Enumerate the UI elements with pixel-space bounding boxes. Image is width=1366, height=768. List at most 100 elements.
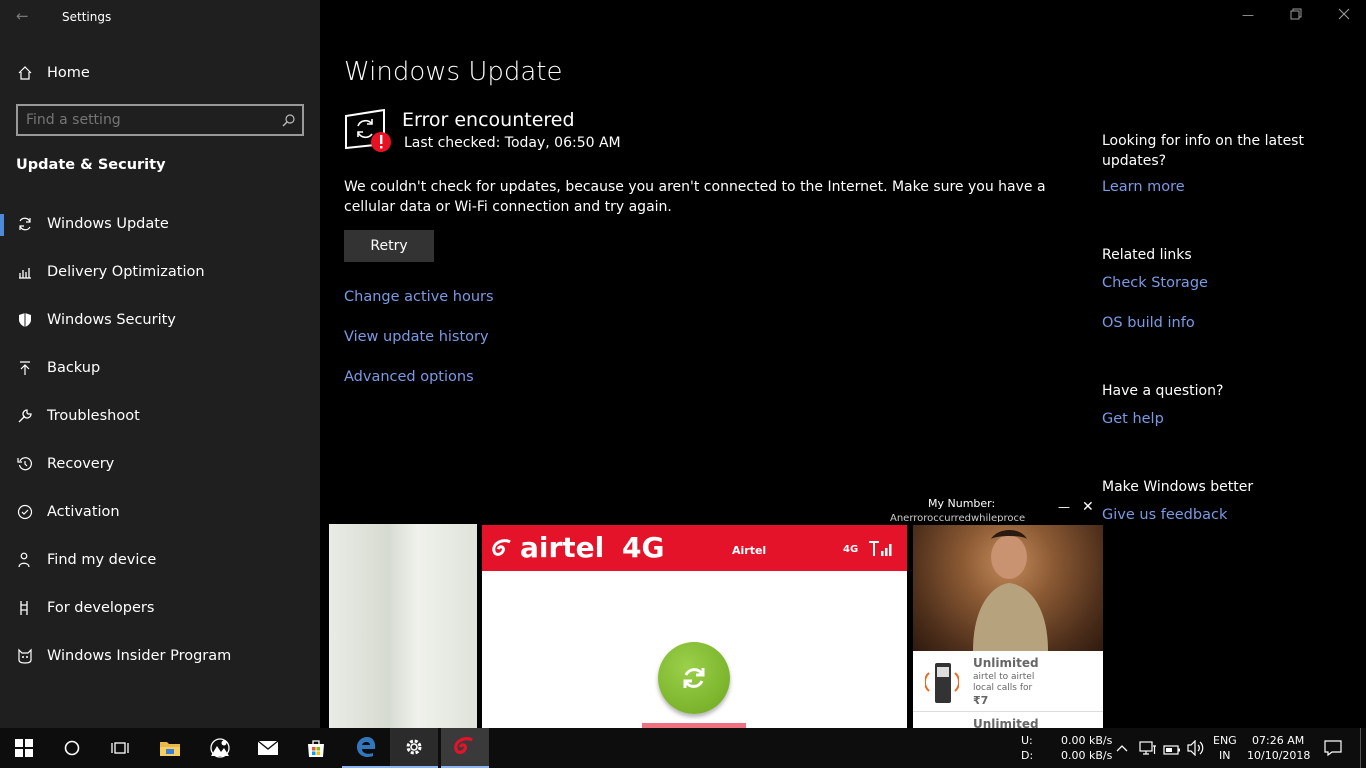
network-icon[interactable]	[1139, 740, 1157, 760]
sidebar-item-windows-security[interactable]: Windows Security	[0, 300, 320, 340]
airtel-left-image	[329, 524, 477, 728]
ad-heading: Unlimited	[973, 656, 1039, 670]
language-region[interactable]: IN	[1219, 749, 1230, 762]
sidebar-item-label: Recovery	[47, 456, 115, 472]
windows-start-icon[interactable]	[0, 728, 48, 768]
error-message: We couldn't check for updates, because y…	[344, 179, 1046, 215]
settings-gear-icon[interactable]	[390, 728, 438, 768]
status-title: Error encountered	[402, 109, 575, 131]
search-box[interactable]	[16, 104, 304, 136]
check-storage-link[interactable]: Check Storage	[1102, 275, 1208, 291]
phone-icon	[923, 657, 961, 711]
retry-button[interactable]: Retry	[344, 230, 434, 262]
delivery-icon	[16, 263, 34, 281]
search-icon[interactable]	[282, 112, 296, 131]
clock-date[interactable]: 10/10/2018	[1247, 749, 1310, 762]
refresh-icon	[16, 215, 34, 233]
info-heading: Looking for info on the latest updates?	[1102, 133, 1304, 169]
airtel-app-icon[interactable]	[441, 728, 489, 768]
sidebar-item-label: Windows Security	[47, 312, 176, 328]
connect-button[interactable]	[658, 642, 730, 714]
learn-more-link[interactable]: Learn more	[1102, 179, 1185, 195]
section-heading: Update & Security	[16, 157, 166, 173]
language-code[interactable]: ENG	[1213, 734, 1237, 747]
cortana-search-icon[interactable]	[48, 728, 96, 768]
airtel-ad-panel: Unlimited airtel to airtel local calls f…	[913, 525, 1103, 728]
page-title: Windows Update	[344, 57, 563, 87]
sidebar-item-label: Find my device	[47, 552, 157, 568]
refresh-icon	[678, 662, 710, 698]
network-type: 4G	[843, 544, 859, 555]
sidebar-item-windows-update[interactable]: Windows Update	[0, 204, 320, 244]
file-explorer-icon[interactable]	[146, 728, 194, 768]
download-label: D:	[1021, 749, 1034, 762]
recovery-icon	[16, 455, 34, 473]
edge-browser-icon[interactable]	[342, 728, 390, 768]
signal-strength-icon	[868, 541, 894, 561]
question-heading: Have a question?	[1102, 383, 1224, 399]
backup-icon	[16, 359, 34, 377]
taskbar: U: D: 0.00 kB/s 0.00 kB/s ENG IN 07:26 A…	[0, 728, 1366, 768]
sidebar-item-label: Backup	[47, 360, 101, 376]
clock-time[interactable]: 07:26 AM	[1252, 734, 1304, 747]
store-icon[interactable]	[292, 728, 340, 768]
person-location-icon	[16, 551, 34, 569]
my-number-value: Anerroroccurredwhileproce	[890, 513, 1026, 522]
shield-icon	[16, 311, 34, 329]
home-label: Home	[47, 65, 90, 81]
ad-photo	[913, 525, 1103, 651]
wrench-icon	[16, 407, 34, 425]
airtel-logo-icon	[490, 539, 516, 563]
airtel-dongle-window: My Number: Anerroroccurredwhileproce — ✕…	[328, 495, 1104, 728]
upload-speed: 0.00 kB/s	[1061, 734, 1113, 747]
sidebar-item-troubleshoot[interactable]: Troubleshoot	[0, 396, 320, 436]
os-build-info-link[interactable]: OS build info	[1102, 315, 1195, 331]
insider-cat-icon	[16, 647, 34, 665]
sidebar-item-recovery[interactable]: Recovery	[0, 444, 320, 484]
airtel-minimize-icon[interactable]: —	[1058, 500, 1070, 514]
sidebar-home[interactable]: Home	[0, 53, 320, 93]
ad-price: ₹7	[973, 694, 989, 707]
get-help-link[interactable]: Get help	[1102, 411, 1164, 427]
mail-icon[interactable]	[244, 728, 292, 768]
sidebar-item-label: Windows Update	[47, 216, 169, 232]
show-desktop-strip[interactable]	[1360, 728, 1361, 768]
sidebar-item-find-my-device[interactable]: Find my device	[0, 540, 320, 580]
search-input[interactable]	[26, 111, 266, 129]
make-windows-better-heading: Make Windows better	[1102, 479, 1254, 495]
back-arrow-icon[interactable]: ←	[16, 8, 32, 24]
task-view-icon[interactable]	[96, 728, 144, 768]
related-links-heading: Related links	[1102, 247, 1192, 263]
advanced-options-link[interactable]: Advanced options	[344, 369, 474, 385]
update-error-icon	[344, 108, 392, 154]
window-title: Settings	[62, 10, 112, 24]
upload-label: U:	[1021, 734, 1033, 747]
volume-icon[interactable]	[1187, 739, 1205, 760]
view-update-history-link[interactable]: View update history	[344, 329, 489, 345]
home-icon	[16, 64, 34, 82]
sidebar-item-label: Activation	[47, 504, 120, 520]
change-active-hours-link[interactable]: Change active hours	[344, 289, 494, 305]
sidebar-item-windows-insider[interactable]: Windows Insider Program	[0, 636, 320, 676]
sidebar-item-for-developers[interactable]: For developers	[0, 588, 320, 628]
sidebar-item-backup[interactable]: Backup	[0, 348, 320, 388]
airtel-brand-4g: 4G	[622, 531, 665, 564]
sidebar-item-label: Troubleshoot	[47, 408, 140, 424]
battery-icon[interactable]	[1163, 741, 1181, 760]
photos-icon[interactable]	[196, 728, 244, 768]
airtel-header: airtel 4G Airtel 4G	[482, 525, 907, 571]
ad-line1: airtel to airtel	[973, 672, 1035, 682]
close-icon[interactable]	[1338, 8, 1352, 22]
restore-icon[interactable]	[1290, 8, 1304, 22]
airtel-close-icon[interactable]: ✕	[1082, 499, 1094, 515]
ad-line2: local calls for	[973, 683, 1033, 693]
sidebar-item-label: For developers	[47, 600, 155, 616]
ad-divider	[913, 711, 1103, 712]
operator-name: Airtel	[732, 544, 767, 557]
sidebar-item-delivery-optimization[interactable]: Delivery Optimization	[0, 252, 320, 292]
minimize-icon[interactable]: —	[1242, 8, 1256, 22]
action-center-icon[interactable]	[1324, 740, 1342, 760]
chevron-up-icon[interactable]	[1115, 740, 1129, 759]
give-feedback-link[interactable]: Give us feedback	[1102, 507, 1227, 523]
sidebar-item-activation[interactable]: Activation	[0, 492, 320, 532]
